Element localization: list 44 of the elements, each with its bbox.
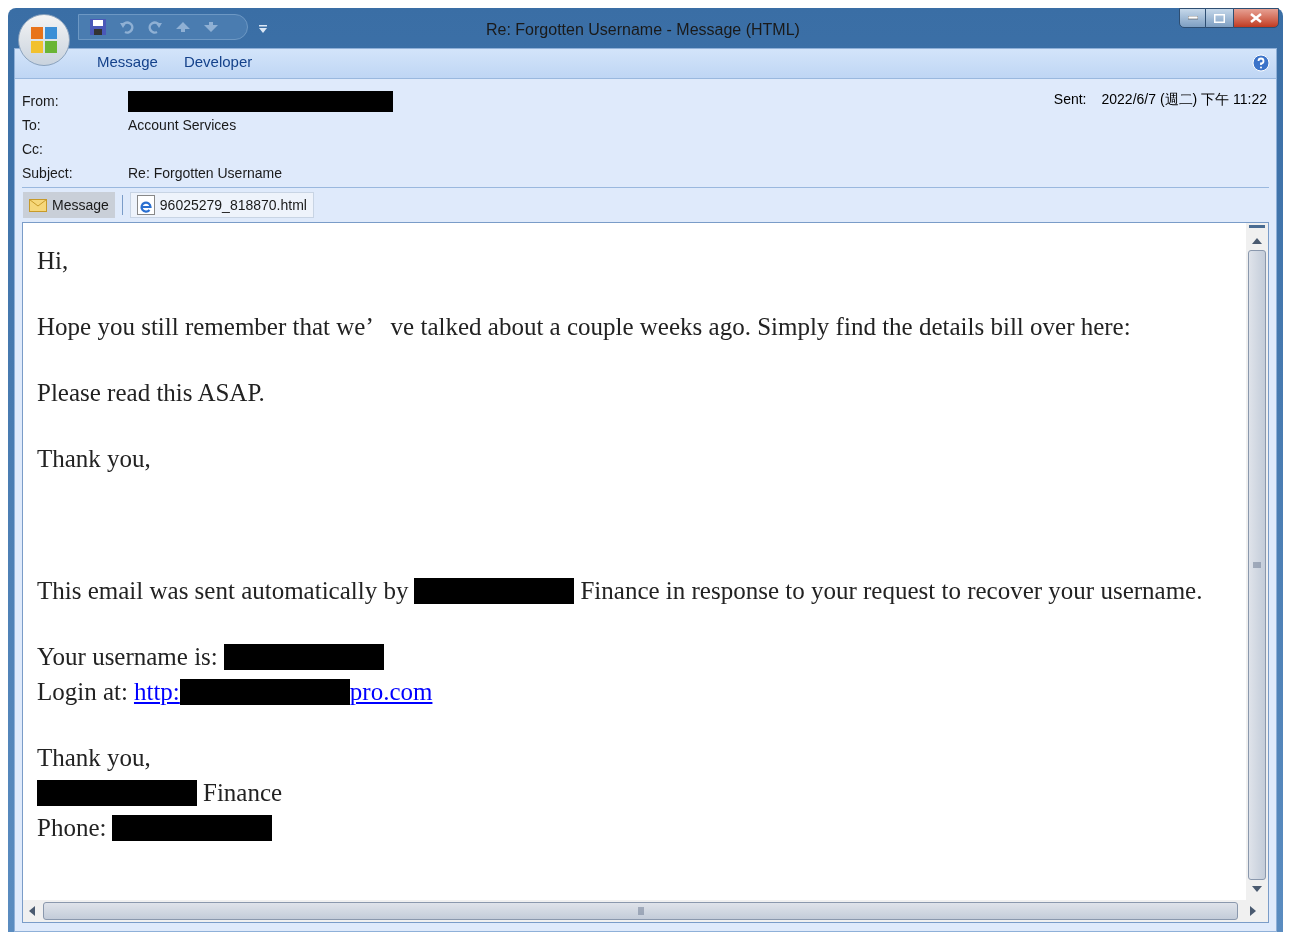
body-text: Finance in response to your request to recover your username.	[580, 576, 1203, 606]
close-icon	[1250, 13, 1262, 23]
field-label: Cc:	[22, 139, 44, 159]
horizontal-scrollbar[interactable]	[23, 900, 1268, 922]
body-text: Finance	[203, 778, 283, 808]
office-button[interactable]	[18, 14, 70, 66]
help-icon[interactable]	[1252, 54, 1270, 72]
customize-dropdown-icon[interactable]	[258, 24, 268, 34]
body-text: Login at:	[37, 677, 128, 707]
vertical-scrollbar[interactable]	[1246, 223, 1268, 900]
field-label: Sent:	[1053, 90, 1087, 109]
save-icon[interactable]	[89, 18, 107, 36]
minimize-icon	[1187, 16, 1198, 20]
office-logo-icon	[29, 25, 59, 55]
body-text: Thank you,	[37, 743, 151, 773]
ribbon-tab[interactable]: Message	[93, 50, 162, 73]
grip-icon	[637, 907, 644, 915]
maximize-icon	[1214, 13, 1225, 23]
field-value: 2022/6/7 (週二) 下午 11:22	[1101, 90, 1267, 109]
minimize-button[interactable]	[1179, 8, 1206, 28]
body-text: Phone:	[37, 813, 107, 843]
body-text: Your username is:	[37, 642, 218, 672]
body-text: This email was sent automatically by	[37, 576, 409, 606]
envelope-icon	[29, 198, 47, 212]
body-text: Thank you,	[37, 444, 151, 474]
body-text: Hi,	[37, 246, 69, 276]
window-title: Re: Forgotten Username - Message (HTML)	[486, 20, 800, 40]
scroll-thumb[interactable]	[43, 902, 1238, 920]
field-value: Re: Forgotten Username	[128, 163, 283, 183]
ribbon-tab[interactable]: Developer	[179, 50, 257, 73]
field-label: From:	[22, 91, 60, 111]
attachment-tab[interactable]: Message	[23, 192, 115, 218]
login-link[interactable]: http: pro.com	[133, 674, 433, 709]
close-button[interactable]	[1233, 8, 1279, 28]
grip-icon	[1253, 562, 1261, 568]
field-label: To:	[22, 115, 42, 135]
field-value: Account Services	[128, 115, 237, 135]
field-label: Subject:	[22, 163, 74, 183]
body-text: Please read this ASAP.	[37, 378, 265, 408]
document-icon	[136, 195, 155, 215]
scroll-thumb[interactable]	[1248, 250, 1266, 880]
attachment-tab[interactable]: 96025279_818870.html	[129, 192, 314, 218]
maximize-button[interactable]	[1206, 8, 1233, 28]
body-text: Hope you still remember that we’ ve talked about a couple weeks ago. Simply find the details bill over here:	[37, 312, 1131, 342]
